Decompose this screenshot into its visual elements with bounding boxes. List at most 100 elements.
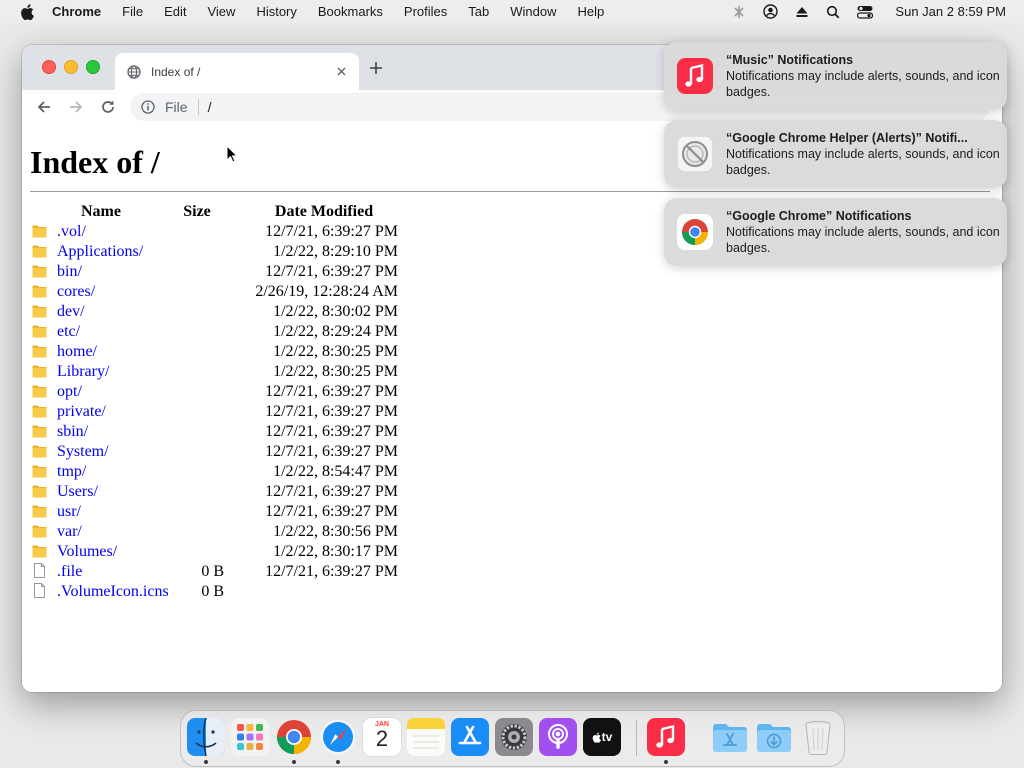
safari-icon[interactable] [319,718,357,756]
window-maximize-button[interactable] [86,60,100,74]
menu-app-chrome[interactable]: Chrome [52,4,101,19]
name-cell: bin/ [30,262,170,282]
table-row: usr/12/7/21, 6:39:27 PM [30,502,398,522]
finder-running-indicator [204,760,208,764]
notification-body: Notifications may include alerts, sounds… [726,147,1000,177]
applications-folder-icon[interactable] [711,718,749,756]
size-cell [170,342,234,362]
table-row: Library/1/2/22, 8:30:25 PM [30,362,398,382]
reload-icon[interactable] [99,98,117,116]
entry-link[interactable]: tmp/ [57,463,86,480]
table-row: Users/12/7/21, 6:39:27 PM [30,482,398,502]
mouse-cursor-icon [226,145,238,163]
entry-link[interactable]: private/ [57,403,106,420]
notification-music[interactable]: “Music” Notifications Notifications may … [664,42,1007,110]
entry-link[interactable]: cores/ [57,283,95,300]
window-close-button[interactable] [42,60,56,74]
tab-index-of-root[interactable]: Index of / [115,53,359,90]
network-status-icon[interactable] [732,5,746,19]
date-cell: 1/2/22, 8:30:25 PM [273,363,398,380]
chrome-helper-icon [677,136,713,172]
entry-link[interactable]: var/ [57,523,82,540]
tab-close-icon[interactable] [333,64,349,80]
entry-link[interactable]: Volumes/ [57,543,117,560]
trash-icon[interactable] [799,718,837,756]
downloads-folder-icon[interactable] [755,718,793,756]
entry-link[interactable]: Applications/ [57,243,143,260]
apple-tv-icon[interactable]: tv [583,718,621,756]
entry-link[interactable]: Library/ [57,363,109,380]
entry-link[interactable]: usr/ [57,503,81,520]
menu-file[interactable]: File [122,4,143,19]
date-cell: 1/2/22, 8:54:47 PM [273,463,398,480]
entry-link[interactable]: etc/ [57,323,80,340]
url-text[interactable]: / [208,99,212,115]
entry-link[interactable]: bin/ [57,263,82,280]
window-minimize-button[interactable] [64,60,78,74]
menu-history[interactable]: History [256,4,296,19]
notification-text: “Google Chrome Helper (Alerts)” Notifi..… [726,130,1006,178]
launchpad-icon[interactable] [231,718,269,756]
name-cell: .vol/ [30,222,170,242]
entry-link[interactable]: opt/ [57,383,82,400]
calendar-icon[interactable]: JAN 2 [363,718,401,756]
status-area: Sun Jan 2 8:59 PM [715,0,1006,23]
column-header-name[interactable]: Name [30,202,170,222]
notification-chrome[interactable]: “Google Chrome” Notifications Notificati… [664,198,1007,266]
menu-edit[interactable]: Edit [164,4,186,19]
tab-title: Index of / [151,64,201,79]
new-tab-icon[interactable] [368,60,384,76]
dock: JAN 2 tv [180,710,845,767]
menu-window[interactable]: Window [510,4,556,19]
safari-running-indicator [336,760,340,764]
date-cell: 1/2/22, 8:30:56 PM [273,523,398,540]
forward-arrow-icon[interactable] [67,98,85,116]
size-cell [170,442,234,462]
notification-title: “Google Chrome Helper (Alerts)” Notifi..… [726,131,968,145]
apple-logo-icon [592,731,601,743]
entry-link[interactable]: sbin/ [57,423,88,440]
spotlight-search-icon[interactable] [826,5,840,19]
notification-body: Notifications may include alerts, sounds… [726,69,1000,99]
entry-link[interactable]: System/ [57,443,109,460]
column-header-size[interactable]: Size [170,202,234,222]
table-row: tmp/1/2/22, 8:54:47 PM [30,462,398,482]
folder-icon [32,383,47,398]
entry-link[interactable]: home/ [57,343,97,360]
app-store-icon[interactable] [451,718,489,756]
menu-clock[interactable]: Sun Jan 2 8:59 PM [895,4,1006,19]
eject-icon[interactable] [795,5,809,19]
entry-link[interactable]: .VolumeIcon.icns [57,583,169,600]
user-account-icon[interactable] [763,4,779,19]
entry-link[interactable]: dev/ [57,303,85,320]
size-cell [170,382,234,402]
entry-link[interactable]: .file [57,563,82,580]
page-title: Index of / [30,144,160,180]
entry-link[interactable]: Users/ [57,483,98,500]
apple-icon[interactable] [20,3,34,20]
finder-icon[interactable] [187,718,225,756]
control-center-icon[interactable] [857,5,874,19]
menu-tab[interactable]: Tab [468,4,489,19]
notes-icon[interactable] [407,718,445,756]
column-header-date[interactable]: Date Modified [234,202,398,222]
name-cell: etc/ [30,322,170,342]
info-icon[interactable] [141,100,155,114]
menu-profiles[interactable]: Profiles [404,4,447,19]
date-cell [234,582,398,602]
notification-chrome-helper[interactable]: “Google Chrome Helper (Alerts)” Notifi..… [664,120,1007,188]
system-preferences-icon[interactable] [495,718,533,756]
music-running-indicator [664,760,668,764]
table-row: etc/1/2/22, 8:29:24 PM [30,322,398,342]
podcasts-icon[interactable] [539,718,577,756]
menu-help[interactable]: Help [578,4,605,19]
entry-link[interactable]: .vol/ [57,223,86,240]
size-cell [170,502,234,522]
chrome-dock-icon[interactable] [275,718,313,756]
music-dock-icon[interactable] [647,718,685,756]
back-arrow-icon[interactable] [35,98,53,116]
date-cell: 12/7/21, 6:39:27 PM [265,223,398,240]
menu-view[interactable]: View [207,4,235,19]
menu-bookmarks[interactable]: Bookmarks [318,4,383,19]
date-cell: 1/2/22, 8:30:25 PM [273,343,398,360]
